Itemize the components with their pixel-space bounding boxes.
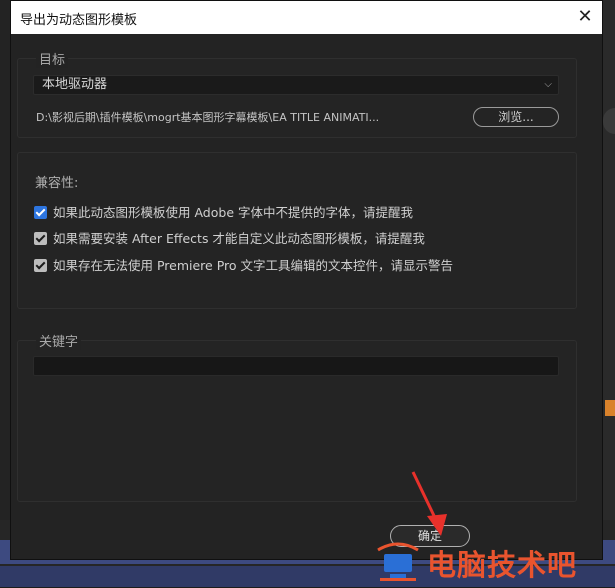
compat-option-label: 如果需要安装 After Effects 才能自定义此动态图形模板，请提醒我 xyxy=(53,231,425,246)
annotation-arrow-icon xyxy=(411,471,447,536)
background-app-left xyxy=(0,0,10,587)
compatibility-title: 兼容性: xyxy=(35,176,79,191)
compat-option-premiere-text[interactable]: 如果存在无法使用 Premiere Pro 文字工具编辑的文本控件，请显示警告 xyxy=(34,255,453,273)
background-app-right xyxy=(603,0,615,587)
destination-value: 本地驱动器 xyxy=(42,77,108,92)
watermark-computer-icon xyxy=(377,542,419,581)
dialog-titlebar: 导出为动态图形模板 ✕ xyxy=(11,1,602,34)
checkbox-checked-icon[interactable] xyxy=(34,206,47,219)
arrow-shaft xyxy=(411,471,439,523)
watermark-arc xyxy=(377,542,419,552)
checkbox-checked-icon[interactable] xyxy=(34,232,47,245)
dialog-title: 导出为动态图形模板 xyxy=(20,13,138,28)
checkbox-checked-icon[interactable] xyxy=(34,259,47,272)
target-legend: 目标 xyxy=(36,49,69,68)
watermark-logo: 电脑技术吧 xyxy=(372,540,615,584)
close-icon[interactable]: ✕ xyxy=(574,6,596,28)
watermark-text: 电脑技术吧 xyxy=(427,548,578,582)
export-path: D:\影视后期\插件模板\mogrt基本图形字幕模板\EA TITLE ANIM… xyxy=(36,111,380,124)
background-orange-marker xyxy=(605,400,615,416)
chevron-down-icon: ⌵ xyxy=(544,79,552,90)
keywords-legend: 关键字 xyxy=(36,331,82,350)
compat-option-adobe-fonts[interactable]: 如果此动态图形模板使用 Adobe 字体中不提供的字体，请提醒我 xyxy=(34,202,413,220)
destination-select[interactable]: 本地驱动器 ⌵ xyxy=(33,75,559,95)
background-knob xyxy=(603,108,615,134)
compat-option-after-effects[interactable]: 如果需要安装 After Effects 才能自定义此动态图形模板，请提醒我 xyxy=(34,228,425,246)
watermark-monitor xyxy=(384,554,412,572)
watermark-base xyxy=(380,578,416,581)
compat-option-label: 如果此动态图形模板使用 Adobe 字体中不提供的字体，请提醒我 xyxy=(53,205,413,220)
browse-button[interactable]: 浏览... xyxy=(473,107,559,127)
arrow-head xyxy=(427,514,447,536)
keywords-input[interactable] xyxy=(33,356,559,376)
watermark-stand xyxy=(390,574,406,578)
compat-option-label: 如果存在无法使用 Premiere Pro 文字工具编辑的文本控件，请显示警告 xyxy=(53,258,454,273)
